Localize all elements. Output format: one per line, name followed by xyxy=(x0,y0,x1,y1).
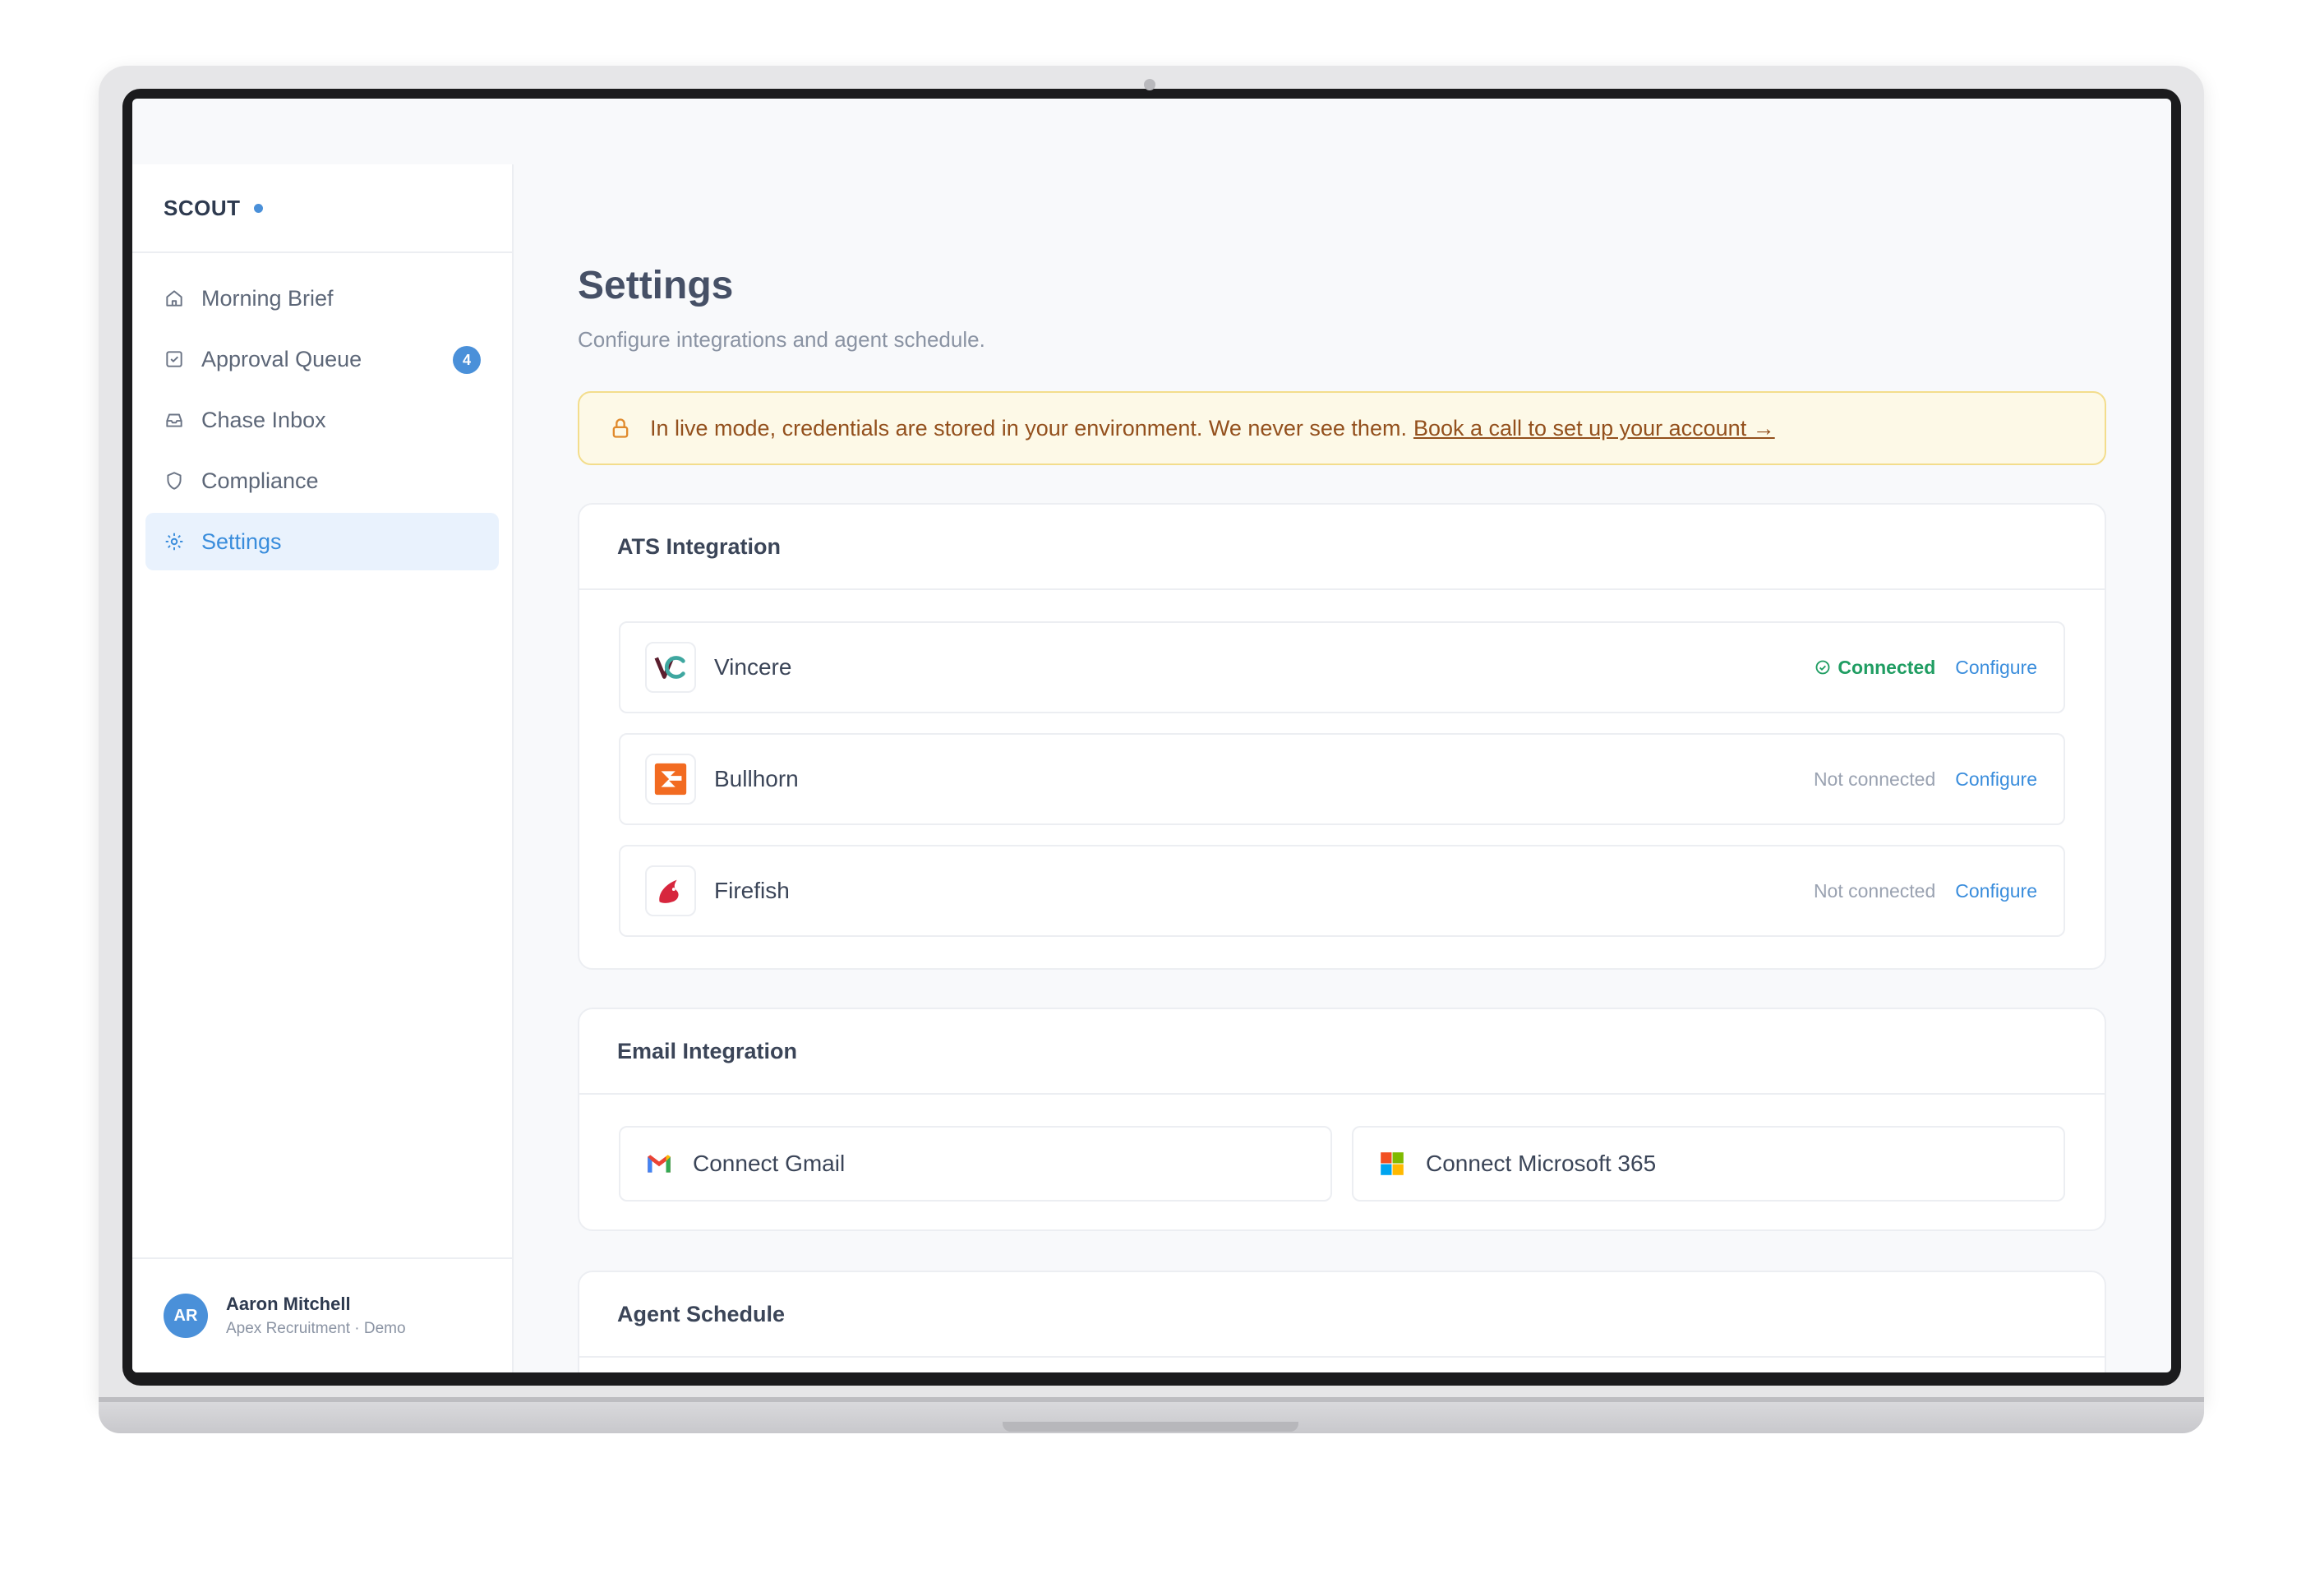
schedule-card-title: Agent Schedule xyxy=(579,1272,2105,1358)
sidebar-item-label: Compliance xyxy=(201,468,319,493)
brand-name: SCOUT xyxy=(164,195,241,220)
notice-text: In live mode, credentials are stored in … xyxy=(650,415,1407,441)
bullhorn-logo-icon xyxy=(645,754,696,805)
gear-icon xyxy=(164,531,185,552)
sidebar-item-chase-inbox[interactable]: Chase Inbox xyxy=(145,391,499,449)
main-content: Settings Configure integrations and agen… xyxy=(578,99,2106,1372)
user-profile[interactable]: AR Aaron Mitchell Apex Recruitment · Dem… xyxy=(132,1257,512,1372)
brand[interactable]: SCOUT xyxy=(132,164,512,253)
page-title: Settings xyxy=(578,264,734,307)
sidebar-item-label: Morning Brief xyxy=(201,285,334,311)
status-label: Connected xyxy=(1838,656,1936,678)
ats-row-firefish: Firefish Not connected Configure xyxy=(619,845,2065,937)
connection-status: Connected xyxy=(1815,657,1935,679)
user-name: Aaron Mitchell xyxy=(226,1294,351,1314)
gmail-label: Connect Gmail xyxy=(693,1151,846,1176)
ats-row-bullhorn: Bullhorn Not connected Configure xyxy=(619,733,2065,825)
sidebar-item-label: Approval Queue xyxy=(201,346,362,371)
configure-bullhorn-button[interactable]: Configure xyxy=(1955,768,2037,791)
sidebar-item-label: Settings xyxy=(201,528,282,554)
check-circle-icon xyxy=(1816,660,1830,675)
ats-integration-card: ATS Integration Vincere Connected Config… xyxy=(578,503,2106,970)
sidebar-item-compliance[interactable]: Compliance xyxy=(145,452,499,510)
sidebar-item-approval-queue[interactable]: Approval Queue 4 xyxy=(145,330,499,388)
shield-icon xyxy=(164,470,185,491)
home-icon xyxy=(164,288,185,309)
check-square-icon xyxy=(164,348,185,370)
brand-dot xyxy=(253,203,263,213)
email-integration-card: Email Integration Connect Gmail Connect … xyxy=(578,1008,2106,1231)
inbox-icon xyxy=(164,409,185,431)
lock-icon xyxy=(612,418,629,438)
vincere-logo-icon xyxy=(645,642,696,693)
sidebar-item-label: Chase Inbox xyxy=(201,407,326,432)
avatar: AR xyxy=(164,1294,208,1338)
sidebar-item-settings[interactable]: Settings xyxy=(145,513,499,570)
email-card-title: Email Integration xyxy=(579,1009,2105,1095)
agent-schedule-card: Agent Schedule xyxy=(578,1271,2106,1372)
configure-firefish-button[interactable]: Configure xyxy=(1955,880,2037,902)
sidebar-nav: Morning Brief Approval Queue 4 Chase Inb… xyxy=(132,253,512,570)
laptop-base-notch xyxy=(1003,1422,1298,1432)
configure-vincere-button[interactable]: Configure xyxy=(1955,657,2037,679)
app-screen: SCOUT Morning Brief Approval Queue 4 Cha… xyxy=(132,99,2171,1372)
approval-count-badge: 4 xyxy=(453,346,481,374)
gmail-icon xyxy=(648,1155,671,1173)
connection-status: Not connected xyxy=(1813,879,1936,902)
firefish-logo-icon xyxy=(645,865,696,916)
user-org: Apex Recruitment · Demo xyxy=(226,1320,406,1337)
live-mode-notice: In live mode, credentials are stored in … xyxy=(578,391,2106,465)
camera-dot xyxy=(1144,79,1155,90)
ats-card-title: ATS Integration xyxy=(579,505,2105,590)
microsoft-label: Connect Microsoft 365 xyxy=(1426,1151,1657,1176)
connection-status: Not connected xyxy=(1813,768,1936,790)
user-details: Aaron Mitchell Apex Recruitment · Demo xyxy=(226,1294,406,1338)
ats-name: Firefish xyxy=(714,878,790,903)
page-subtitle: Configure integrations and agent schedul… xyxy=(578,327,985,352)
book-call-link[interactable]: Book a call to set up your account → xyxy=(1413,416,1775,441)
ats-row-vincere: Vincere Connected Configure xyxy=(619,621,2065,713)
sidebar: SCOUT Morning Brief Approval Queue 4 Cha… xyxy=(132,164,514,1372)
sidebar-item-morning-brief[interactable]: Morning Brief xyxy=(145,270,499,327)
microsoft-icon xyxy=(1381,1152,1404,1175)
connect-microsoft-button[interactable]: Connect Microsoft 365 xyxy=(1352,1126,2065,1202)
connect-gmail-button[interactable]: Connect Gmail xyxy=(619,1126,1332,1202)
ats-name: Bullhorn xyxy=(714,766,799,791)
ats-name: Vincere xyxy=(714,654,792,680)
